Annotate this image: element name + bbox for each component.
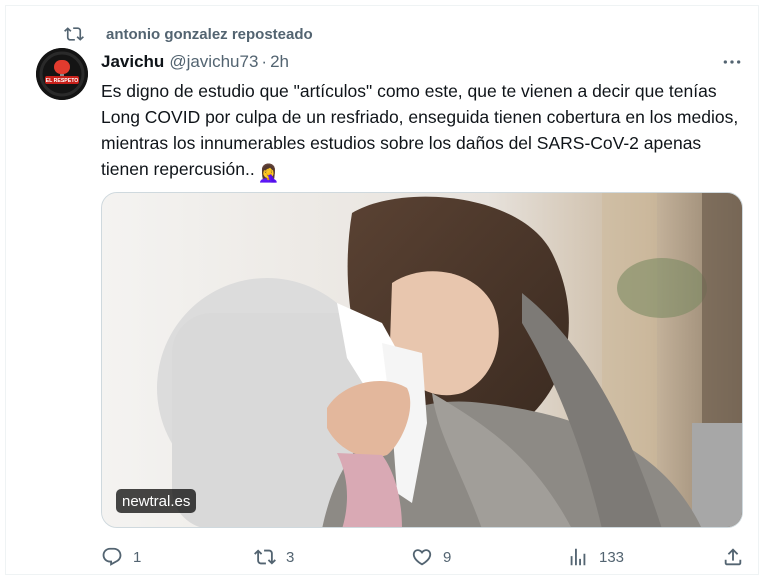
avatar-logo-text: EL RESPETO <box>46 78 79 84</box>
views-icon <box>570 548 586 566</box>
reply-button[interactable]: 1 <box>101 542 141 572</box>
repost-banner[interactable]: antonio gonzalez reposteado <box>64 20 313 48</box>
more-icon <box>723 60 741 64</box>
reply-icon <box>102 547 122 566</box>
share-button[interactable] <box>722 542 744 572</box>
tweet-header: Javichu @javichu73 · 2h <box>101 50 289 74</box>
like-count: 9 <box>443 548 452 566</box>
repost-icon <box>254 549 276 565</box>
timestamp[interactable]: 2h <box>270 52 289 72</box>
author-name[interactable]: Javichu <box>101 52 164 72</box>
repost-button[interactable]: 3 <box>254 542 294 572</box>
tweet-card[interactable]: antonio gonzalez reposteado EL RESPETO J… <box>5 5 759 575</box>
media-source-badge[interactable]: newtral.es <box>116 489 197 513</box>
header-separator: · <box>261 52 268 71</box>
tweet-body: Es digno de estudio que "artículos" como… <box>101 81 739 179</box>
like-button[interactable]: 9 <box>411 542 451 572</box>
more-button[interactable] <box>718 50 746 74</box>
facepalm-emoji: 🤦‍♀️ <box>257 163 280 183</box>
action-bar: 1 3 9 133 <box>101 542 751 572</box>
views-count: 133 <box>599 548 625 566</box>
heart-icon <box>412 549 432 566</box>
repost-icon <box>64 27 84 41</box>
photo-sneezing-woman <box>102 193 742 527</box>
avatar[interactable]: EL RESPETO <box>36 48 88 100</box>
share-icon <box>724 548 742 566</box>
repost-count: 3 <box>286 548 295 566</box>
reply-count: 1 <box>133 548 142 566</box>
author-handle[interactable]: @javichu73 <box>169 52 258 72</box>
views-button[interactable]: 133 <box>567 542 624 572</box>
tweet-media[interactable]: newtral.es <box>101 192 743 528</box>
repost-banner-text[interactable]: antonio gonzalez reposteado <box>106 26 313 43</box>
tweet-text: Es digno de estudio que "artículos" como… <box>101 78 741 186</box>
